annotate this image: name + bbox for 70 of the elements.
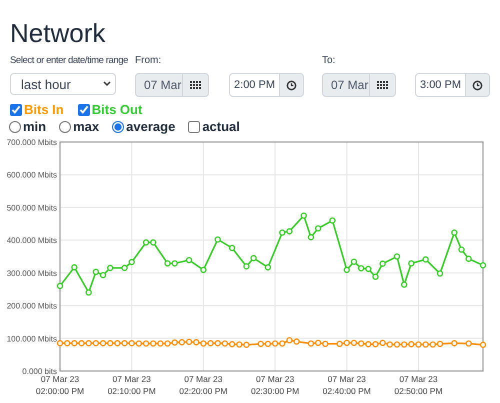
y-axis-label: 300.000 Mbits xyxy=(6,268,57,278)
time-picker-button[interactable] xyxy=(280,73,304,97)
mode-label: actual xyxy=(202,119,240,135)
calendar-icon xyxy=(377,81,388,89)
data-point xyxy=(344,266,350,274)
mode-radio[interactable] xyxy=(59,121,72,133)
data-point xyxy=(466,256,472,262)
clock-icon xyxy=(286,80,297,90)
data-point xyxy=(480,262,486,268)
chevron-down-icon xyxy=(103,81,111,87)
data-point xyxy=(264,264,272,270)
data-point xyxy=(436,270,444,277)
data-point xyxy=(186,256,192,264)
x-axis-label: 07 Mar 23 02:30:00 PM xyxy=(250,374,300,396)
date-field[interactable]: 07 Mar xyxy=(322,73,396,97)
data-point xyxy=(314,225,322,232)
y-axis-label: 100.000 Mbits xyxy=(6,334,57,344)
data-point xyxy=(308,234,314,240)
range-label: Select or enter date/time range xyxy=(10,54,128,67)
data-point xyxy=(200,266,207,274)
data-point xyxy=(243,263,250,270)
data-point xyxy=(300,212,307,219)
data-point xyxy=(71,264,78,270)
data-point xyxy=(480,342,486,348)
mode-label: average xyxy=(126,119,176,135)
date-field[interactable]: 07 Mar xyxy=(135,73,209,97)
to-label: To: xyxy=(322,54,336,67)
data-point xyxy=(379,260,386,267)
data-point xyxy=(458,246,465,253)
data-point xyxy=(214,236,221,243)
series-label: Bits Out xyxy=(92,102,142,118)
calendar-icon xyxy=(190,81,201,89)
x-axis-label: 07 Mar 23 02:20:00 PM xyxy=(179,374,228,396)
series-checkbox[interactable] xyxy=(10,104,22,116)
mode-radio[interactable] xyxy=(112,121,124,133)
data-point xyxy=(86,289,92,296)
y-axis-label: 200.000 Mbits xyxy=(6,302,57,311)
mode-label: max xyxy=(73,119,100,135)
y-axis-label: 0.000 bits xyxy=(22,367,57,376)
data-point xyxy=(250,254,257,262)
range-select[interactable]: last hour xyxy=(10,73,116,95)
data-point xyxy=(451,340,458,346)
y-axis-label: 400.000 Mbits xyxy=(6,236,57,246)
data-point xyxy=(329,217,336,224)
x-axis-label: 07 Mar 23 02:50:00 PM xyxy=(394,374,443,396)
mode-label: min xyxy=(23,119,46,135)
data-point xyxy=(451,229,458,236)
mode-checkbox[interactable] xyxy=(188,121,200,133)
data-point xyxy=(56,282,64,290)
clock-icon xyxy=(472,80,483,90)
data-point xyxy=(228,244,236,252)
time-field[interactable]: 2:00 PM xyxy=(229,73,280,97)
page-title: Network xyxy=(10,17,106,48)
data-point xyxy=(394,253,400,260)
y-axis-label: 700.000 Mbits xyxy=(6,138,57,147)
time-picker-button[interactable] xyxy=(466,73,490,97)
x-axis-label: 07 Mar 23 02:10:00 PM xyxy=(108,374,156,396)
time-field[interactable]: 3:00 PM xyxy=(415,73,466,97)
y-axis-label: 500.000 Mbits xyxy=(6,203,57,212)
from-label: From: xyxy=(135,54,162,67)
x-axis-label: 07 Mar 23 02:40:00 PM xyxy=(322,374,371,396)
data-point xyxy=(422,256,429,263)
data-point xyxy=(408,260,414,267)
mode-radio[interactable] xyxy=(9,121,21,133)
series-checkbox[interactable] xyxy=(78,104,90,116)
series-label: Bits In xyxy=(24,102,64,118)
y-axis-label: 600.000 Mbits xyxy=(6,170,57,180)
data-point xyxy=(466,340,472,347)
x-axis-label: 07 Mar 23 02:00:00 PM xyxy=(36,374,84,396)
data-point xyxy=(400,281,408,288)
